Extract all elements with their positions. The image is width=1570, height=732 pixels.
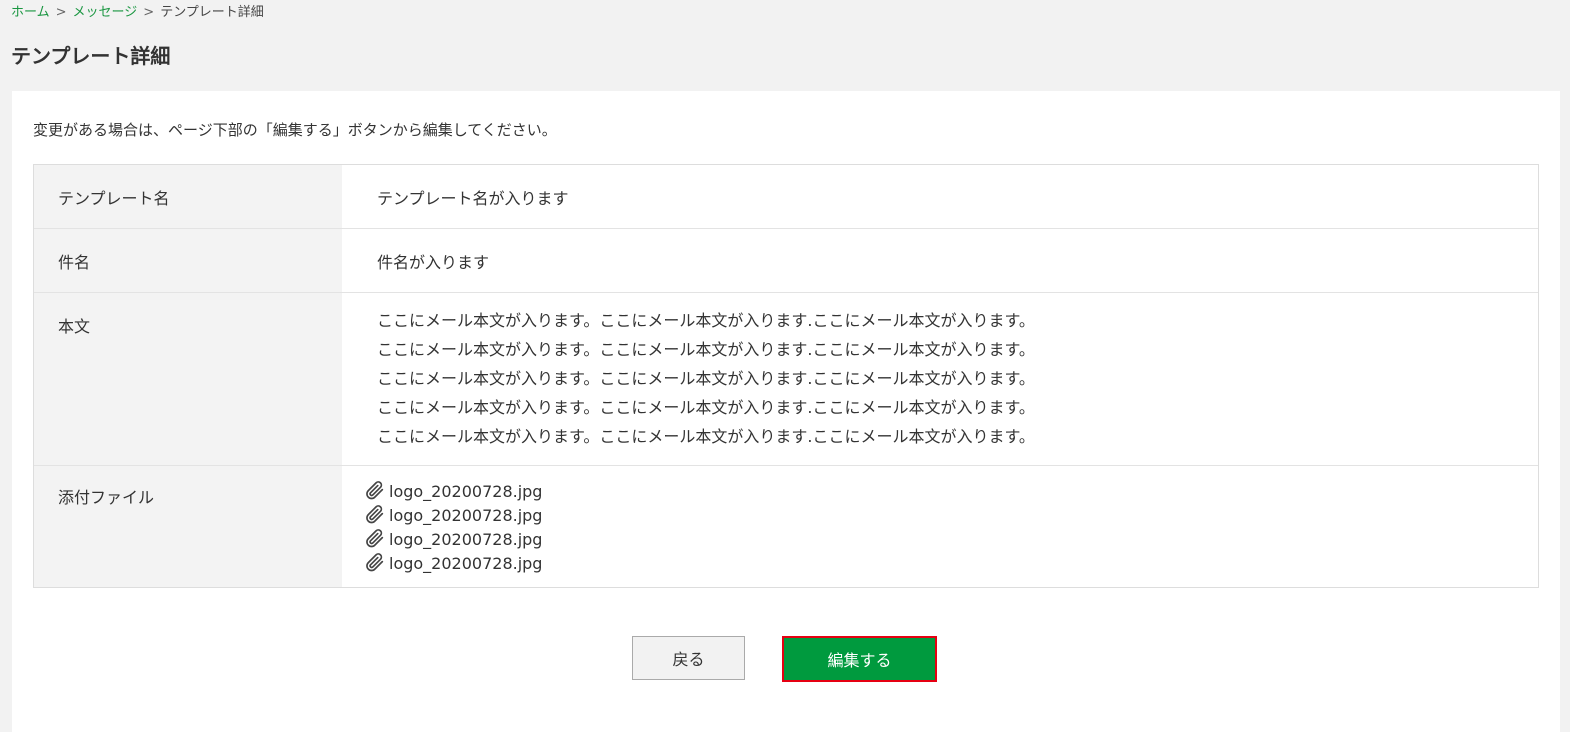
paperclip-icon [366,505,384,524]
template-name-label: テンプレート名 [34,165,342,228]
body-line: ここにメール本文が入ります。ここにメール本文が入ります.ここにメール本文が入りま… [377,369,1035,388]
breadcrumb-separator: > [143,5,155,20]
table-row-attachments: 添付ファイル logo_20200728.jpg logo_20200728.j… [34,465,1538,587]
body-label: 本文 [34,293,342,465]
attachment-link[interactable]: logo_20200728.jpg [364,551,1538,575]
attachment-filename: logo_20200728.jpg [389,553,543,573]
edit-notice: 変更がある場合は、ページ下部の「編集する」ボタンから編集してください。 [33,121,557,139]
content-panel: 変更がある場合は、ページ下部の「編集する」ボタンから編集してください。 テンプレ… [12,91,1560,732]
table-row-subject: 件名 件名が入ります [34,228,1538,292]
attachment-filename: logo_20200728.jpg [389,505,543,525]
template-detail-table: テンプレート名 テンプレート名が入ります 件名 件名が入ります 本文 ここにメー… [33,164,1539,588]
back-button[interactable]: 戻る [632,636,745,680]
attachments-list: logo_20200728.jpg logo_20200728.jpg logo… [342,466,1538,587]
breadcrumb: ホーム > メッセージ > テンプレート詳細 [11,4,264,22]
attachments-label: 添付ファイル [34,466,342,587]
breadcrumb-separator: > [55,5,67,20]
attachment-link[interactable]: logo_20200728.jpg [364,527,1538,551]
body-line: ここにメール本文が入ります。ここにメール本文が入ります.ここにメール本文が入りま… [377,427,1035,446]
template-name-value: テンプレート名が入ります [342,165,1538,228]
breadcrumb-current: テンプレート詳細 [160,5,264,20]
table-row-body: 本文 ここにメール本文が入ります。ここにメール本文が入ります.ここにメール本文が… [34,292,1538,465]
table-row-template-name: テンプレート名 テンプレート名が入ります [34,165,1538,228]
breadcrumb-messages-link[interactable]: メッセージ [73,5,138,20]
attachment-filename: logo_20200728.jpg [389,481,543,501]
breadcrumb-home-link[interactable]: ホーム [11,5,50,20]
paperclip-icon [366,529,384,548]
page-title: テンプレート詳細 [11,44,171,68]
body-line: ここにメール本文が入ります。ここにメール本文が入ります.ここにメール本文が入りま… [377,340,1035,359]
attachment-link[interactable]: logo_20200728.jpg [364,479,1538,503]
subject-value: 件名が入ります [342,229,1538,292]
body-line: ここにメール本文が入ります。ここにメール本文が入ります.ここにメール本文が入りま… [377,311,1035,330]
body-line: ここにメール本文が入ります。ここにメール本文が入ります.ここにメール本文が入りま… [377,398,1035,417]
paperclip-icon [366,481,384,500]
attachment-link[interactable]: logo_20200728.jpg [364,503,1538,527]
edit-button[interactable]: 編集する [782,636,937,682]
paperclip-icon [366,553,384,572]
subject-label: 件名 [34,229,342,292]
body-value: ここにメール本文が入ります。ここにメール本文が入ります.ここにメール本文が入りま… [342,293,1538,465]
attachment-filename: logo_20200728.jpg [389,529,543,549]
